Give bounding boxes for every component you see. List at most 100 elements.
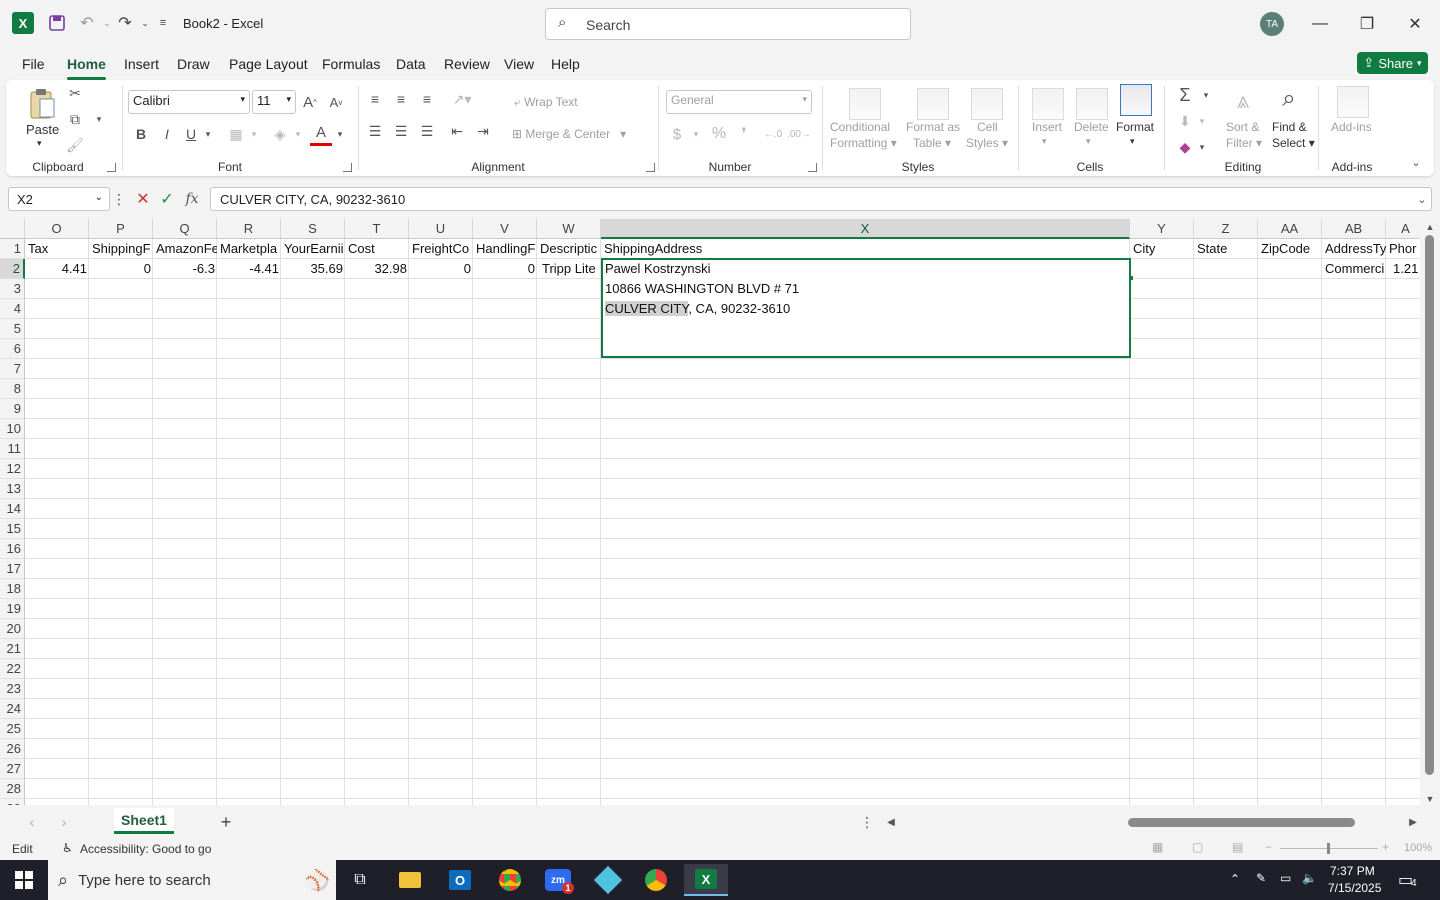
formula-input[interactable]: CULVER CITY, CA, 90232-3610: [210, 187, 1432, 211]
chrome-icon[interactable]: [490, 864, 530, 896]
row-header-27[interactable]: 27: [0, 759, 25, 779]
row-header-1[interactable]: 1: [0, 239, 25, 259]
tab-home[interactable]: Home: [67, 56, 106, 80]
column-header-t[interactable]: T: [345, 219, 409, 239]
fill-handle[interactable]: [1129, 276, 1133, 280]
show-hidden-icons[interactable]: ⌃: [1230, 872, 1240, 886]
cell-s1[interactable]: YourEarnii: [282, 239, 345, 259]
alignment-launcher-icon[interactable]: [646, 163, 655, 172]
row-header-15[interactable]: 15: [0, 519, 25, 539]
cell-ab1[interactable]: AddressTy: [1323, 239, 1386, 259]
scroll-down-icon[interactable]: ▼: [1424, 793, 1436, 805]
clipboard-launcher-icon[interactable]: [107, 163, 116, 172]
fill-dropdown-icon[interactable]: ▾: [292, 124, 304, 144]
format-as-table-label[interactable]: Format as: [906, 120, 960, 134]
percent-icon[interactable]: %: [708, 124, 730, 144]
row-header-22[interactable]: 22: [0, 659, 25, 679]
volume-icon[interactable]: 🔈: [1302, 871, 1317, 885]
row-header-21[interactable]: 21: [0, 639, 25, 659]
align-top-icon[interactable]: ≡: [366, 90, 384, 108]
insert-cells-label[interactable]: Insert: [1032, 120, 1062, 134]
font-color-dropdown-icon[interactable]: ▾: [334, 124, 346, 144]
row-header-3[interactable]: 3: [0, 279, 25, 299]
align-left-icon[interactable]: ☰: [366, 122, 384, 140]
cell-w1[interactable]: Descriptic: [538, 239, 601, 259]
cell-ab2[interactable]: Commerci: [1323, 259, 1386, 279]
format-as-table-icon[interactable]: [917, 88, 949, 120]
row-header-29[interactable]: 29: [0, 799, 25, 805]
scroll-up-icon[interactable]: ▲: [1424, 221, 1436, 233]
taskbar-search[interactable]: ⌕ Type here to search ⚾: [48, 860, 336, 900]
font-name-box[interactable]: Calibri ▾: [128, 90, 250, 114]
expand-formula-bar-icon[interactable]: ⌄: [1414, 190, 1430, 208]
cell-u1[interactable]: FreightCo: [410, 239, 473, 259]
zoom-slider-thumb[interactable]: [1327, 843, 1330, 854]
accessibility-icon[interactable]: ♿: [62, 841, 73, 855]
copy-dropdown-icon[interactable]: ▾: [92, 110, 106, 128]
row-header-16[interactable]: 16: [0, 539, 25, 559]
add-sheet-button[interactable]: +: [216, 811, 236, 833]
column-header-x[interactable]: X: [601, 219, 1130, 239]
italic-button[interactable]: I: [158, 124, 176, 144]
fill-dropdown-icon[interactable]: ▾: [1196, 112, 1208, 130]
tab-view[interactable]: View: [504, 56, 534, 72]
cell-q1[interactable]: AmazonFe: [154, 239, 217, 259]
font-size-box[interactable]: 11 ▾: [252, 90, 296, 114]
clear-icon[interactable]: ◆: [1174, 136, 1196, 158]
underline-dropdown-icon[interactable]: ▾: [202, 124, 214, 144]
select-all-corner[interactable]: [0, 219, 25, 239]
row-header-8[interactable]: 8: [0, 379, 25, 399]
copy-icon[interactable]: ⧉: [66, 110, 84, 128]
cell-ac1[interactable]: Phor: [1387, 239, 1420, 259]
format-as-table-label-2[interactable]: Table ▾: [913, 136, 951, 150]
row-header-5[interactable]: 5: [0, 319, 25, 339]
zoom-app-icon[interactable]: zm 1: [538, 864, 578, 896]
more-options-icon[interactable]: ⋮: [112, 190, 126, 208]
sort-filter-label[interactable]: Sort &: [1226, 120, 1259, 134]
tab-file[interactable]: File: [22, 56, 45, 72]
paste-icon[interactable]: [26, 86, 60, 122]
search-box[interactable]: ⌕ Search: [545, 8, 911, 40]
find-select-label-2[interactable]: Select ▾: [1272, 136, 1315, 150]
number-format-box[interactable]: General ▾: [666, 90, 812, 114]
autosum-dropdown-icon[interactable]: ▾: [1200, 86, 1212, 104]
sort-filter-label-2[interactable]: Filter ▾: [1226, 136, 1262, 150]
row-header-10[interactable]: 10: [0, 419, 25, 439]
row-header-18[interactable]: 18: [0, 579, 25, 599]
scroll-left-icon[interactable]: ◀: [884, 814, 898, 830]
minimize-button[interactable]: —: [1297, 8, 1343, 40]
column-header-w[interactable]: W: [537, 219, 601, 239]
zoom-level[interactable]: 100%: [1404, 842, 1432, 854]
cell-s2[interactable]: 35.69: [282, 259, 345, 279]
currency-dropdown-icon[interactable]: ▾: [690, 124, 702, 144]
row-header-23[interactable]: 23: [0, 679, 25, 699]
conditional-formatting-icon[interactable]: [849, 88, 881, 120]
row-header-13[interactable]: 13: [0, 479, 25, 499]
sheet-next-icon[interactable]: ›: [56, 812, 72, 832]
outlook-icon[interactable]: O: [440, 864, 480, 896]
conditional-formatting-label[interactable]: Conditional: [830, 120, 890, 134]
font-launcher-icon[interactable]: [343, 163, 352, 172]
active-cell-editor[interactable]: Pawel Kostrzynski 10866 WASHINGTON BLVD …: [601, 258, 1133, 358]
borders-icon[interactable]: ▦: [226, 124, 246, 144]
cell-styles-label-2[interactable]: Styles ▾: [966, 136, 1008, 150]
task-view-icon[interactable]: ⧉: [340, 864, 380, 896]
zoom-out-icon[interactable]: −: [1265, 840, 1272, 854]
column-header-q[interactable]: Q: [153, 219, 217, 239]
row-header-19[interactable]: 19: [0, 599, 25, 619]
column-header-aa[interactable]: AA: [1258, 219, 1322, 239]
network-icon[interactable]: ▭: [1280, 871, 1291, 885]
cell-t1[interactable]: Cost: [346, 239, 409, 259]
format-cells-label[interactable]: Format: [1116, 120, 1154, 134]
number-launcher-icon[interactable]: [808, 163, 817, 172]
cell-r2[interactable]: -4.41: [218, 259, 281, 279]
save-icon[interactable]: [46, 12, 68, 34]
clock-date[interactable]: 7/15/2025: [1328, 881, 1381, 895]
cell-v2[interactable]: 0: [474, 259, 537, 279]
column-header-r[interactable]: R: [217, 219, 281, 239]
column-header-v[interactable]: V: [473, 219, 537, 239]
paste-dropdown-icon[interactable]: ▾: [37, 138, 42, 149]
tab-insert[interactable]: Insert: [124, 56, 159, 72]
cell-y1[interactable]: City: [1131, 239, 1194, 259]
tab-page-layout[interactable]: Page Layout: [229, 56, 308, 72]
